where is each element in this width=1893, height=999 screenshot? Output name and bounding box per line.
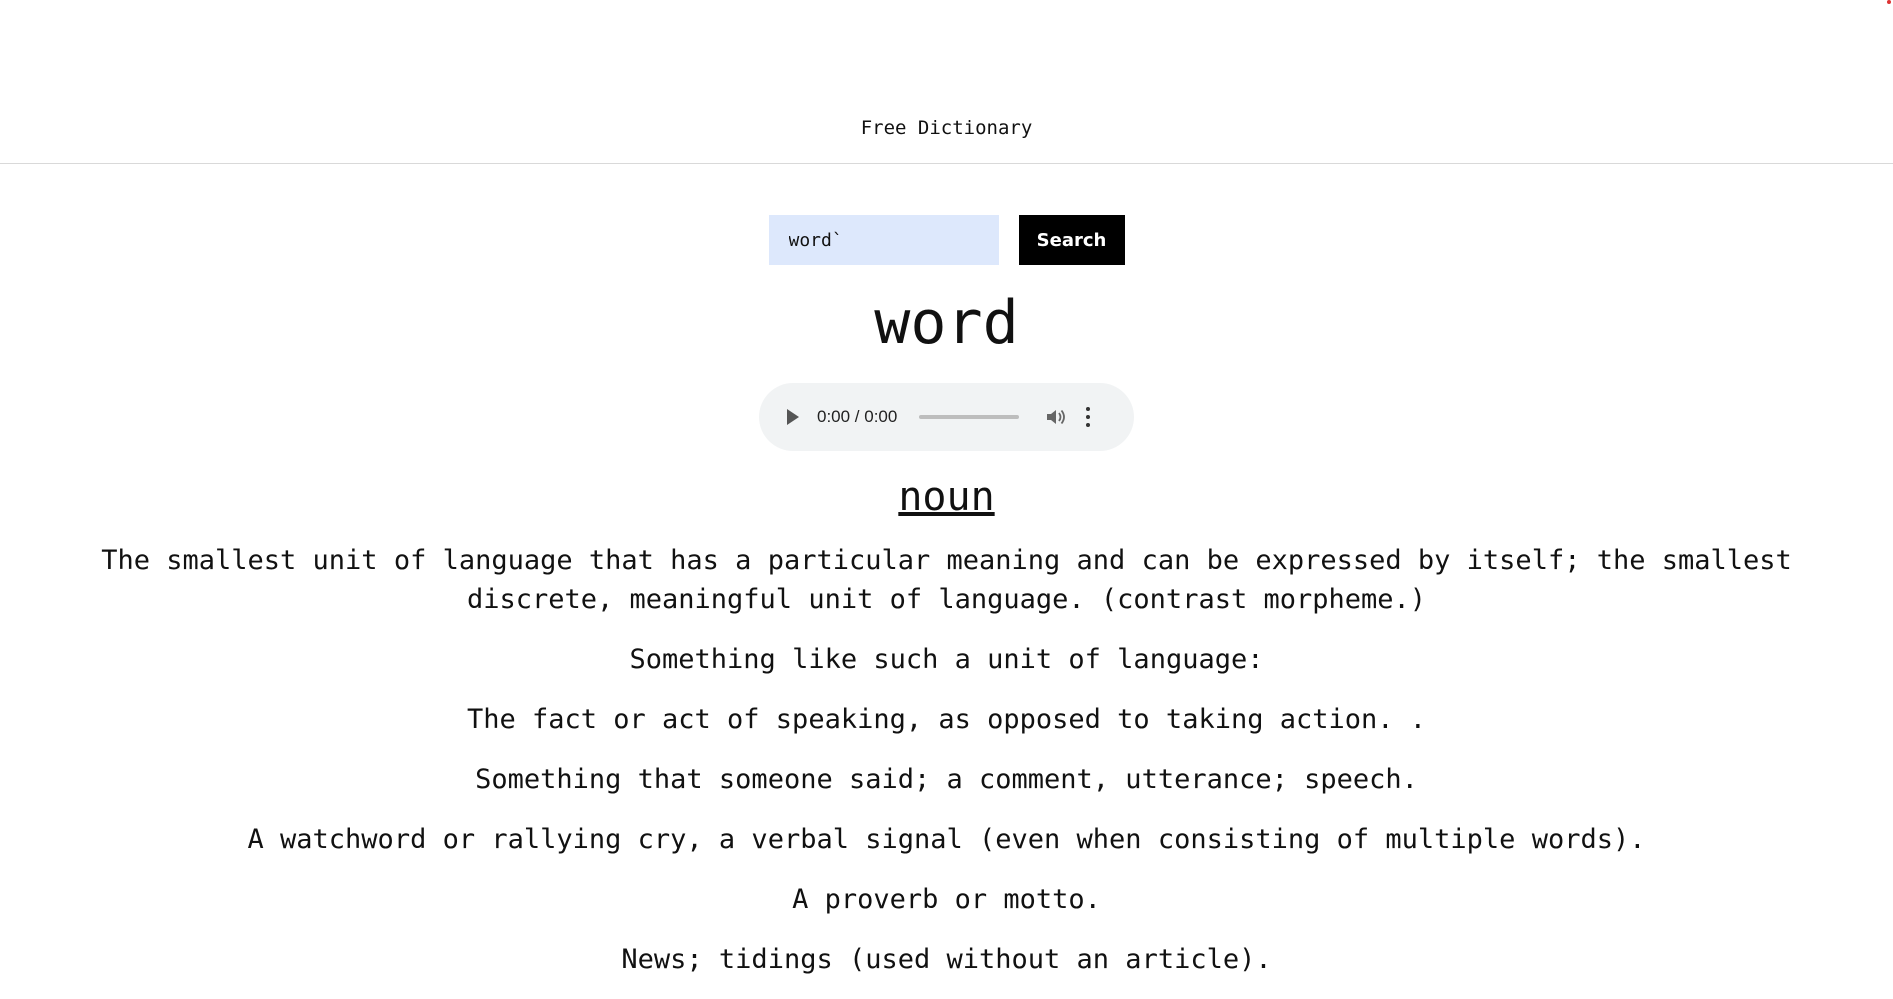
part-of-speech: noun bbox=[898, 474, 995, 520]
search-button[interactable]: Search bbox=[1018, 215, 1125, 265]
app-title: Free Dictionary bbox=[860, 117, 1033, 139]
search-bar: Search bbox=[0, 215, 1893, 265]
play-icon[interactable] bbox=[787, 409, 799, 425]
audio-time: 0:00 / 0:00 bbox=[817, 407, 898, 426]
search-input[interactable] bbox=[768, 215, 999, 265]
definition-item: The smallest unit of language that has a… bbox=[101, 545, 1792, 615]
app-header: Free Dictionary bbox=[0, 0, 1893, 164]
definition-item: A watchword or rallying cry, a verbal si… bbox=[247, 824, 1646, 855]
definitions-list: The smallest unit of language that has a… bbox=[77, 541, 1817, 979]
definition-item: A proverb or motto. bbox=[792, 884, 1101, 915]
definition-item: Something like such a unit of language: bbox=[629, 644, 1264, 675]
corner-indicator bbox=[1887, 0, 1891, 4]
audio-player[interactable]: 0:00 / 0:00 bbox=[759, 383, 1134, 451]
more-vert-icon[interactable] bbox=[1085, 407, 1091, 427]
definition-item: Something that someone said; a comment, … bbox=[475, 764, 1418, 795]
definition-item: The fact or act of speaking, as opposed … bbox=[466, 704, 1427, 735]
volume-icon[interactable] bbox=[1045, 407, 1067, 427]
audio-progress-bar[interactable] bbox=[919, 415, 1020, 419]
word-title: word bbox=[874, 288, 1019, 358]
definition-item: News; tidings (used without an article). bbox=[621, 944, 1272, 975]
